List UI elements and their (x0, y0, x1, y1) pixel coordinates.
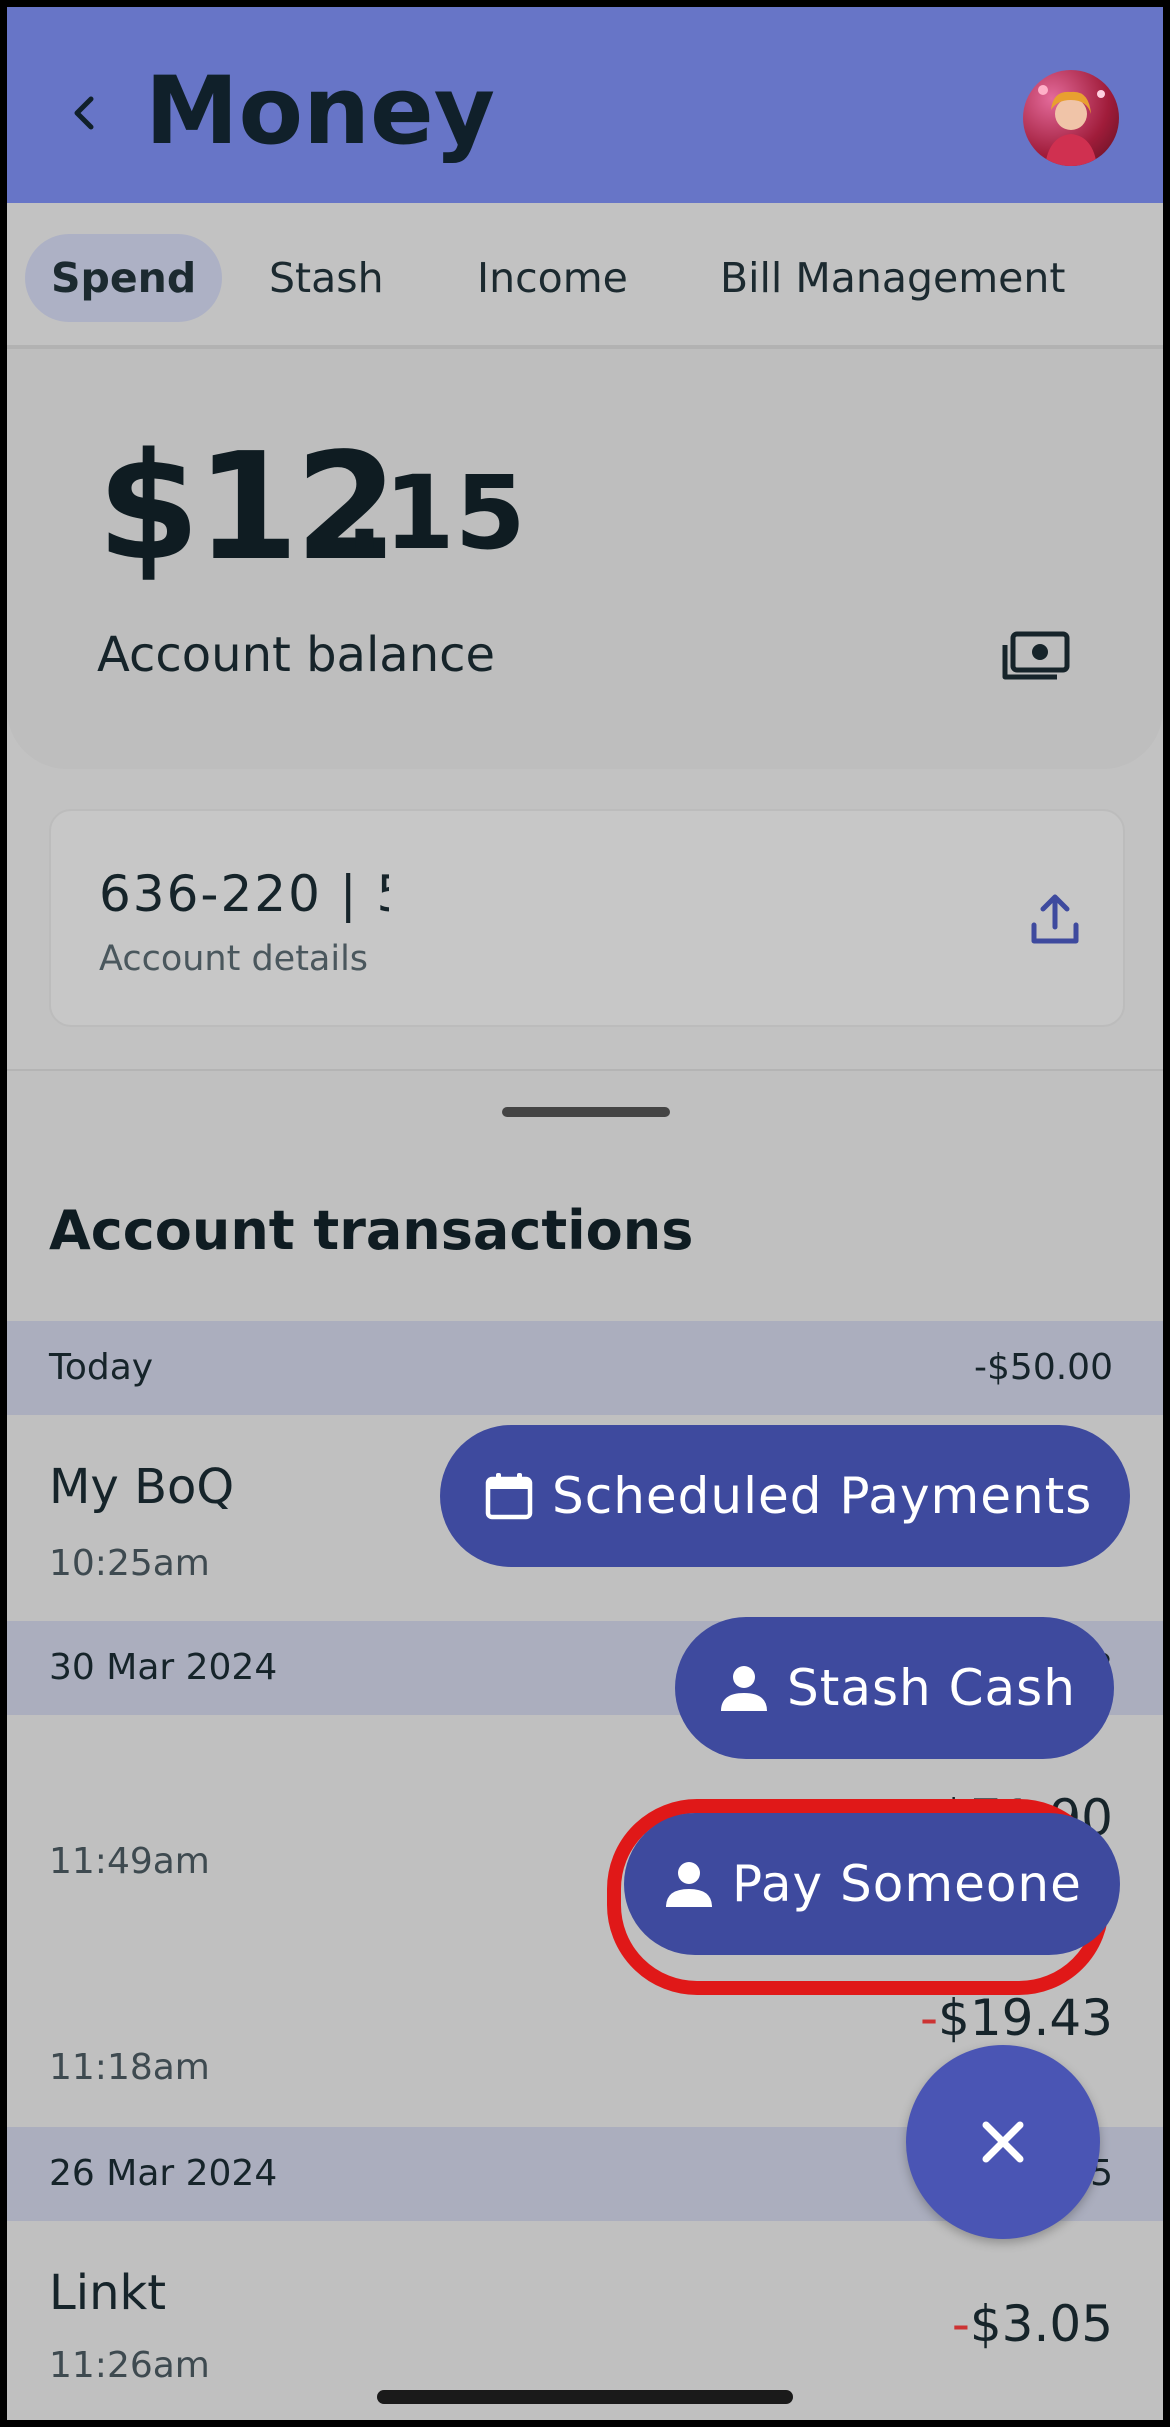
avatar[interactable] (1023, 70, 1119, 166)
transaction-time: 10:25am (49, 1543, 210, 1584)
amount-value: $19.43 (938, 1989, 1113, 2047)
amount-value: $3.05 (969, 2295, 1113, 2353)
back-chevron-icon[interactable] (67, 95, 103, 131)
stash-cash-button[interactable]: Stash Cash (675, 1617, 1114, 1759)
date-total: -$50.00 (974, 1347, 1113, 1388)
stash-cash-label: Stash Cash (787, 1659, 1076, 1717)
sheet-drag-handle[interactable] (502, 1107, 670, 1117)
tab-bar: Spend Stash Income Bill Management (7, 203, 1163, 349)
tab-bill-management[interactable]: Bill Management (720, 234, 1065, 322)
page-title: Money (145, 57, 496, 166)
balance-card: $12 .15 Account balance (7, 349, 1163, 769)
date-label: 26 Mar 2024 (49, 2153, 278, 2194)
transaction-time: 11:26am (49, 2345, 210, 2386)
pay-someone-label: Pay Someone (732, 1855, 1082, 1913)
pay-someone-button[interactable]: Pay Someone (624, 1813, 1120, 1955)
transaction-amount: -$19.43 (920, 1989, 1113, 2047)
cash-icon[interactable] (1001, 631, 1071, 683)
transaction-time: 11:49am (49, 1841, 210, 1882)
close-fab-button[interactable] (906, 2045, 1100, 2239)
person-icon (666, 1862, 712, 1907)
home-indicator[interactable] (377, 2390, 793, 2404)
calendar-icon (485, 1473, 533, 1520)
transaction-name: Linkt (49, 2265, 167, 2321)
close-icon (982, 2121, 1024, 2163)
tab-spend[interactable]: Spend (25, 234, 223, 322)
app-screen: Money Spend Stash Income Bill Management… (7, 7, 1163, 2420)
avatar-image-icon (1038, 85, 1105, 166)
transaction-time: 11:18am (49, 2047, 210, 2088)
account-number: 636-220 | 5 (99, 865, 389, 923)
tab-stash[interactable]: Stash (269, 234, 384, 322)
transactions-title: Account transactions (49, 1199, 694, 1262)
account-details-card[interactable]: 636-220 | 5 Account details (49, 809, 1125, 1027)
account-details-label: Account details (99, 939, 369, 979)
negative-sign: - (920, 1989, 939, 2047)
tab-income[interactable]: Income (477, 234, 628, 322)
transaction-name: My BoQ (49, 1459, 235, 1515)
top-app-bar: Money (7, 7, 1163, 203)
balance-amount-cents: .15 (345, 454, 526, 573)
transaction-amount: -$3.05 (952, 2295, 1113, 2353)
date-label: Today (49, 1347, 154, 1388)
balance-label: Account balance (97, 627, 496, 683)
share-icon[interactable] (1029, 891, 1081, 947)
scheduled-payments-label: Scheduled Payments (552, 1467, 1093, 1525)
scheduled-payments-button[interactable]: Scheduled Payments (440, 1425, 1131, 1567)
date-label: 30 Mar 2024 (49, 1647, 278, 1688)
date-header-today: Today -$50.00 (7, 1321, 1163, 1415)
person-icon (721, 1666, 767, 1711)
negative-sign: - (951, 2295, 970, 2353)
